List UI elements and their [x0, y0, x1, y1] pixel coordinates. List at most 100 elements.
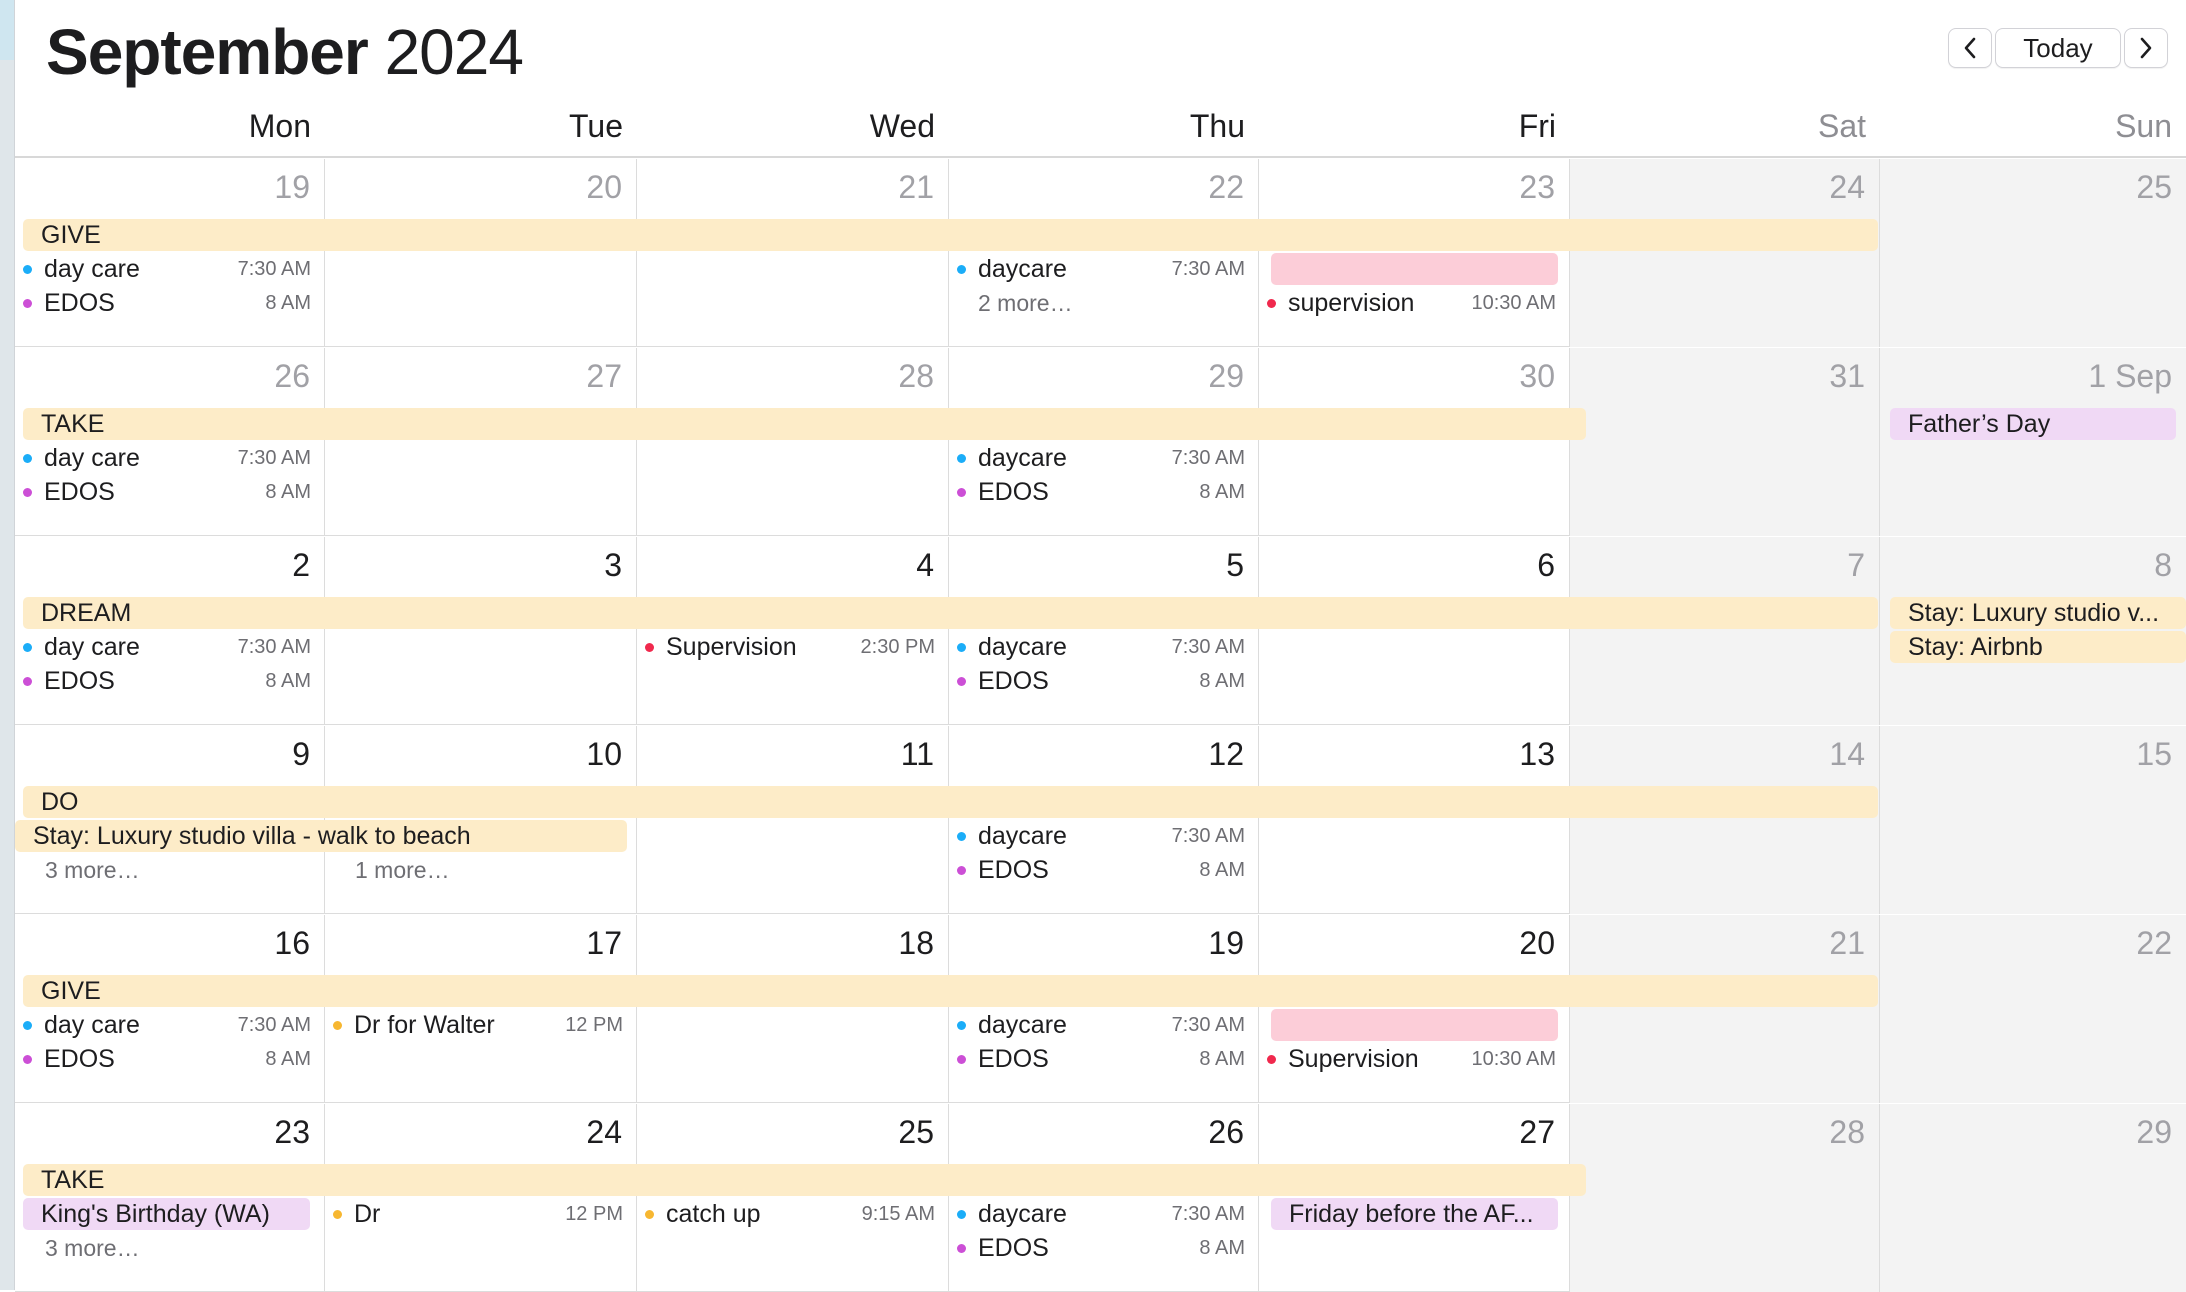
day-cell[interactable]: 15: [1880, 726, 2186, 914]
calendar-color-dot: [957, 1054, 966, 1064]
all-day-event-banner[interactable]: TAKE: [23, 1164, 1586, 1196]
event-title: daycare: [978, 254, 1067, 283]
day-number: 1 Sep: [2088, 358, 2172, 394]
calendar-event[interactable]: EDOS 8 AM: [957, 665, 1245, 697]
event-title: Dr for Walter: [354, 1010, 495, 1039]
all-day-event-banner[interactable]: DREAM: [23, 597, 1878, 629]
day-cell[interactable]: 1 Sep: [1880, 348, 2186, 536]
event-time: 10:30 AM: [1471, 291, 1556, 314]
weekday-label: Wed: [869, 108, 935, 144]
calendar-event[interactable]: daycare 7:30 AM: [957, 1009, 1245, 1041]
all-day-event-banner[interactable]: Stay: Luxury studio v...: [1890, 597, 2186, 629]
day-number: 25: [898, 1114, 934, 1150]
all-day-event-banner[interactable]: TAKE: [23, 408, 1586, 440]
calendar-event[interactable]: day care 7:30 AM: [23, 442, 311, 474]
calendar-event[interactable]: catch up 9:15 AM: [645, 1198, 935, 1230]
more-events-link[interactable]: 3 more…: [45, 856, 140, 884]
day-number: 17: [586, 925, 622, 961]
all-day-event-banner[interactable]: [1271, 1009, 1558, 1041]
event-title: EDOS: [978, 477, 1049, 506]
all-day-event-banner[interactable]: Father’s Day: [1890, 408, 2176, 440]
event-title: day care: [44, 632, 140, 661]
day-number: 19: [1208, 925, 1244, 961]
all-day-event-banner[interactable]: King's Birthday (WA): [23, 1198, 310, 1230]
calendar-event[interactable]: EDOS 8 AM: [23, 1043, 311, 1075]
all-day-event-banner[interactable]: Stay: Luxury studio villa - walk to beac…: [15, 820, 627, 852]
all-day-event-banner[interactable]: Stay: Airbnb: [1890, 631, 2186, 663]
all-day-event-banner[interactable]: GIVE: [23, 975, 1878, 1007]
calendar-event[interactable]: day care 7:30 AM: [23, 253, 311, 285]
calendar-event[interactable]: daycare 7:30 AM: [957, 442, 1245, 474]
day-cell[interactable]: 7: [1570, 537, 1880, 725]
event-title: supervision: [1288, 288, 1415, 317]
event-time: 8 AM: [265, 1047, 311, 1070]
day-number: 19: [274, 169, 310, 205]
day-cell[interactable]: 28: [1570, 1104, 1880, 1292]
day-number: 29: [1208, 358, 1244, 394]
all-day-event-banner[interactable]: DO: [23, 786, 1878, 818]
day-cell[interactable]: 18: [637, 915, 949, 1103]
all-day-event-banner[interactable]: Friday before the AF...: [1271, 1198, 1558, 1230]
day-cell[interactable]: 6: [1259, 537, 1570, 725]
previous-month-button[interactable]: [1948, 28, 1992, 68]
calendar-event[interactable]: EDOS 8 AM: [957, 1043, 1245, 1075]
calendar-event[interactable]: Dr for Walter 12 PM: [333, 1009, 623, 1041]
day-number: 13: [1519, 736, 1555, 772]
calendar-color-dot: [957, 865, 966, 875]
calendar-app: September 2024 Today Mon Tue Wed Thu Fri…: [15, 0, 2186, 1292]
today-button[interactable]: Today: [1995, 28, 2121, 68]
week-row: 19 20 21 22 23 24 25 GIVE day care 7:30 AM EDOS 8 A…: [15, 159, 2186, 347]
day-cell[interactable]: 25: [1880, 159, 2186, 347]
day-cell[interactable]: 31: [1570, 348, 1880, 536]
calendar-event[interactable]: EDOS 8 AM: [23, 665, 311, 697]
day-cell[interactable]: 27: [325, 348, 637, 536]
more-events-link[interactable]: 3 more…: [45, 1234, 140, 1262]
calendar-event[interactable]: EDOS 8 AM: [957, 854, 1245, 886]
calendar-color-dot: [645, 642, 654, 652]
day-cell[interactable]: 11: [637, 726, 949, 914]
more-events-link[interactable]: 1 more…: [355, 856, 450, 884]
all-day-event-banner[interactable]: [1271, 253, 1558, 285]
calendar-event[interactable]: EDOS 8 AM: [957, 476, 1245, 508]
day-cell[interactable]: 21: [637, 159, 949, 347]
calendar-event[interactable]: supervision 10:30 AM: [1267, 287, 1556, 319]
calendar-color-dot: [957, 1020, 966, 1030]
day-cell[interactable]: 24: [1570, 159, 1880, 347]
day-cell[interactable]: 21: [1570, 915, 1880, 1103]
day-cell[interactable]: 14: [1570, 726, 1880, 914]
calendar-event[interactable]: daycare 7:30 AM: [957, 631, 1245, 663]
calendar-event[interactable]: daycare 7:30 AM: [957, 253, 1245, 285]
calendar-event[interactable]: EDOS 8 AM: [957, 1232, 1245, 1264]
weekday-label: Sat: [1817, 108, 1866, 144]
day-number: 26: [1208, 1114, 1244, 1150]
calendar-event[interactable]: Dr 12 PM: [333, 1198, 623, 1230]
event-time: 7:30 AM: [237, 1013, 311, 1036]
calendar-event[interactable]: daycare 7:30 AM: [957, 820, 1245, 852]
day-number: 11: [900, 736, 934, 772]
calendar-event[interactable]: daycare 7:30 AM: [957, 1198, 1245, 1230]
calendar-event[interactable]: day care 7:30 AM: [23, 631, 311, 663]
event-title: EDOS: [978, 666, 1049, 695]
day-cell[interactable]: 3: [325, 537, 637, 725]
next-month-button[interactable]: [2124, 28, 2168, 68]
day-cell[interactable]: 30: [1259, 348, 1570, 536]
event-title: catch up: [666, 1199, 761, 1228]
day-cell[interactable]: 22: [1880, 915, 2186, 1103]
calendar-event[interactable]: Supervision 10:30 AM: [1267, 1043, 1556, 1075]
calendar-event[interactable]: EDOS 8 AM: [23, 476, 311, 508]
week-row: 26 27 28 29 30 31 1 Sep TAKE day care 7:30 AM EDOS…: [15, 348, 2186, 536]
day-cell[interactable]: 13: [1259, 726, 1570, 914]
calendar-event[interactable]: day care 7:30 AM: [23, 1009, 311, 1041]
more-events-link[interactable]: 2 more…: [978, 289, 1073, 317]
calendar-color-dot: [957, 487, 966, 497]
event-time: 7:30 AM: [237, 635, 311, 658]
all-day-event-banner[interactable]: GIVE: [23, 219, 1878, 251]
event-title: Dr: [354, 1199, 381, 1228]
calendar-event[interactable]: EDOS 8 AM: [23, 287, 311, 319]
event-title: day care: [44, 254, 140, 283]
day-cell[interactable]: 29: [1880, 1104, 2186, 1292]
calendar-event[interactable]: Supervision 2:30 PM: [645, 631, 935, 663]
day-cell[interactable]: 28: [637, 348, 949, 536]
calendar-color-dot: [957, 676, 966, 686]
day-cell[interactable]: 20: [325, 159, 637, 347]
